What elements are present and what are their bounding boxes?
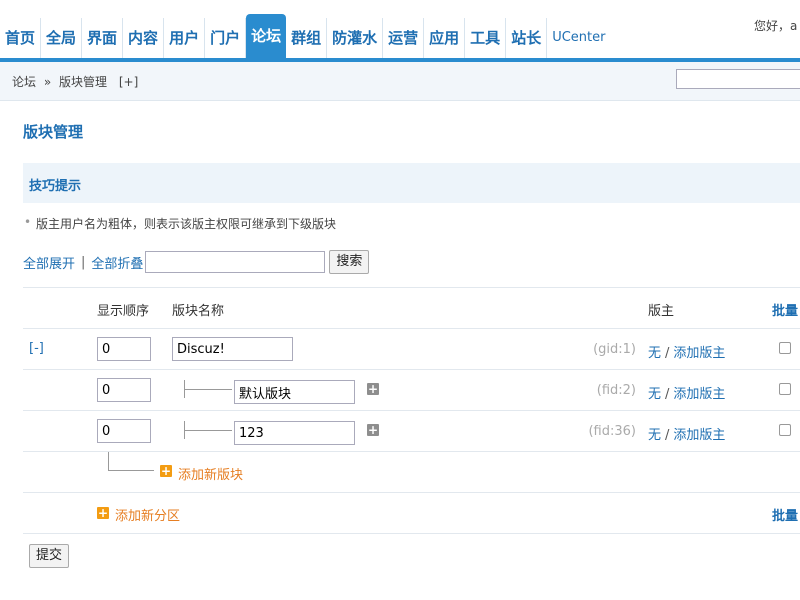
moderator-separator: / [665, 428, 670, 443]
tips-header: 技巧提示 [23, 163, 800, 203]
nav-item-home[interactable]: 首页 [0, 18, 42, 58]
table-divider [23, 492, 800, 493]
moderator-none-link[interactable]: 无 [648, 387, 661, 402]
nav-item-tools[interactable]: 工具 [465, 18, 507, 58]
header-moderators: 版主 [648, 304, 675, 319]
table-divider [23, 451, 800, 452]
display-order-input[interactable] [97, 378, 151, 402]
nav-item-forum[interactable]: 论坛 [246, 14, 287, 58]
add-category-icon[interactable]: + [97, 507, 109, 519]
header-forum-name: 版块名称 [172, 304, 225, 319]
tree-line [108, 470, 154, 471]
nav-item-interface[interactable]: 界面 [82, 18, 124, 58]
forum-toolbar: 全部展开 | 全部折叠 搜索 [23, 250, 370, 274]
top-search-input[interactable] [676, 69, 800, 89]
forum-id-label: (gid:1) [593, 342, 636, 357]
add-category-link[interactable]: 添加新分区 [115, 505, 180, 524]
nav-item-global[interactable]: 全局 [41, 18, 83, 58]
toolbar-divider: | [81, 254, 86, 270]
moderators-cell: 无 / 添加版主 [648, 342, 725, 361]
moderator-separator: / [665, 387, 670, 402]
table-divider [23, 287, 800, 288]
tip-text: 版主用户名为粗体，则表示该版主权限可继承到下级版块 [24, 215, 336, 232]
display-order-input[interactable] [97, 419, 151, 443]
page-title: 版块管理 [23, 123, 84, 141]
tips-title: 技巧提示 [29, 179, 82, 194]
header-display-order: 显示顺序 [97, 304, 150, 319]
moderator-separator: / [665, 346, 670, 361]
moderators-cell: 无 / 添加版主 [648, 383, 725, 402]
nav-item-apps[interactable]: 应用 [424, 18, 466, 58]
moderators-cell: 无 / 添加版主 [648, 424, 725, 443]
breadcrumb-bar: 论坛 » 版块管理 [+] [0, 62, 800, 101]
nav-item-content[interactable]: 内容 [123, 18, 165, 58]
add-shortcut-button[interactable]: [+] [119, 75, 138, 89]
forum-search-input[interactable] [145, 251, 326, 273]
expand-all-link[interactable]: 全部展开 [23, 253, 75, 272]
breadcrumb: 论坛 » 版块管理 [+] [12, 73, 138, 90]
forum-name-input[interactable] [172, 337, 293, 361]
display-order-input[interactable] [97, 337, 151, 361]
search-button[interactable]: 搜索 [329, 250, 370, 274]
top-nav: 首页 全局 界面 内容 用户 门户 论坛 群组 防灌水 运营 应用 工具 站长 … [0, 0, 800, 62]
forum-name-input[interactable] [234, 421, 355, 445]
add-moderator-link[interactable]: 添加版主 [673, 387, 725, 402]
header-batch[interactable]: 批量 [772, 300, 798, 319]
table-divider [23, 410, 800, 411]
forum-id-label: (fid:2) [596, 383, 636, 398]
table-divider [23, 533, 800, 534]
nav-item-groups[interactable]: 群组 [286, 18, 328, 58]
batch-checkbox[interactable] [779, 424, 791, 436]
nav-item-portal[interactable]: 门户 [205, 18, 247, 58]
table-divider [23, 328, 800, 329]
add-subforum-icon[interactable]: + [367, 383, 379, 395]
nav-item-webmaster[interactable]: 站长 [506, 18, 548, 58]
submit-button[interactable]: 提交 [29, 544, 70, 568]
moderator-none-link[interactable]: 无 [648, 428, 661, 443]
add-moderator-link[interactable]: 添加版主 [673, 428, 725, 443]
table-divider [23, 369, 800, 370]
user-greeting: 您好，a [754, 19, 798, 33]
forum-name-input[interactable] [234, 380, 355, 404]
nav-items: 首页 全局 界面 内容 用户 门户 论坛 群组 防灌水 运营 应用 工具 站长 … [0, 14, 610, 58]
breadcrumb-item-forum[interactable]: 论坛 [12, 75, 36, 89]
add-forum-icon[interactable]: + [160, 465, 172, 477]
add-subforum-icon[interactable]: + [367, 424, 379, 436]
breadcrumb-item-forum-management: 版块管理 [59, 75, 108, 89]
tree-line [108, 452, 109, 470]
nav-item-ucenter[interactable]: UCenter [547, 18, 610, 58]
batch-bottom-link[interactable]: 批量 [772, 505, 798, 524]
forum-id-label: (fid:36) [588, 424, 636, 439]
nav-item-users[interactable]: 用户 [164, 18, 206, 58]
breadcrumb-separator: » [43, 75, 52, 89]
nav-item-antispam[interactable]: 防灌水 [327, 18, 384, 58]
collapse-all-link[interactable]: 全部折叠 [91, 253, 143, 272]
add-forum-link[interactable]: 添加新版块 [178, 464, 243, 483]
tree-line [184, 389, 232, 390]
collapse-category-button[interactable]: [-] [29, 341, 44, 356]
nav-item-operations[interactable]: 运营 [383, 18, 425, 58]
batch-checkbox[interactable] [779, 342, 791, 354]
moderator-none-link[interactable]: 无 [648, 346, 661, 361]
add-moderator-link[interactable]: 添加版主 [673, 346, 725, 361]
batch-checkbox[interactable] [779, 383, 791, 395]
tree-line [184, 430, 232, 431]
